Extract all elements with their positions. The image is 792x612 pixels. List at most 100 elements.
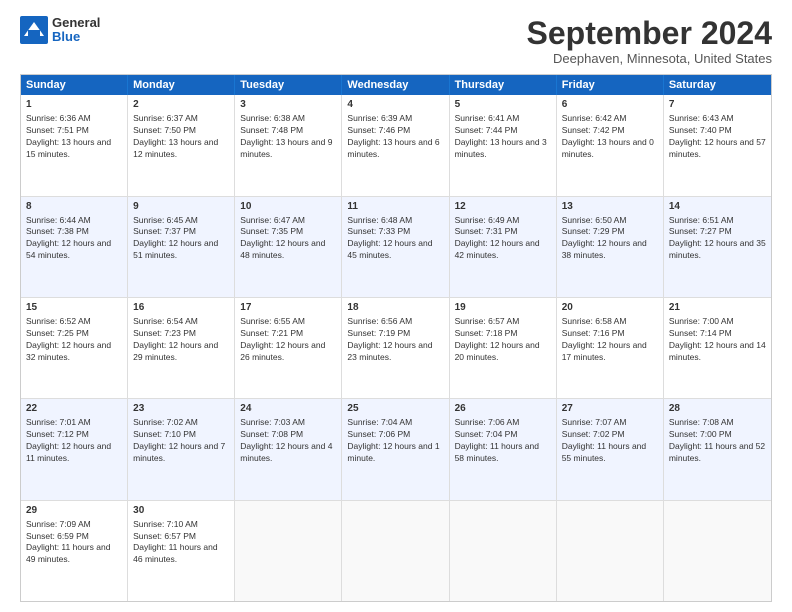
daylight: Daylight: 12 hours and 26 minutes. <box>240 340 325 362</box>
day-number: 27 <box>562 402 658 416</box>
day-number: 1 <box>26 98 122 112</box>
sunset: Sunset: 7:10 PM <box>133 429 196 439</box>
location: Deephaven, Minnesota, United States <box>527 51 772 66</box>
sunrise: Sunrise: 6:54 AM <box>133 316 198 326</box>
daylight: Daylight: 12 hours and 48 minutes. <box>240 238 325 260</box>
sunset: Sunset: 7:16 PM <box>562 328 625 338</box>
sunset: Sunset: 7:00 PM <box>669 429 732 439</box>
sunrise: Sunrise: 6:38 AM <box>240 113 305 123</box>
day-number: 29 <box>26 504 122 518</box>
header-thursday: Thursday <box>450 75 557 95</box>
day-cell-27: 27Sunrise: 7:07 AMSunset: 7:02 PMDayligh… <box>557 399 664 499</box>
sunset: Sunset: 7:50 PM <box>133 125 196 135</box>
day-cell-9: 9Sunrise: 6:45 AMSunset: 7:37 PMDaylight… <box>128 197 235 297</box>
sunrise: Sunrise: 6:41 AM <box>455 113 520 123</box>
day-cell-28: 28Sunrise: 7:08 AM Sunset: 7:00 PM Dayligh… <box>664 399 771 499</box>
header-sunday: Sunday <box>21 75 128 95</box>
header-wednesday: Wednesday <box>342 75 449 95</box>
sunset: Sunset: 7:38 PM <box>26 226 89 236</box>
daylight: Daylight: 13 hours and 3 minutes. <box>455 137 547 159</box>
week-row-2: 8Sunrise: 6:44 AMSunset: 7:38 PMDaylight… <box>21 197 771 298</box>
sunset: Sunset: 7:08 PM <box>240 429 303 439</box>
daylight: Daylight: 13 hours and 6 minutes. <box>347 137 439 159</box>
day-cell-20: 20Sunrise: 6:58 AMSunset: 7:16 PMDayligh… <box>557 298 664 398</box>
daylight: Daylight: 12 hours and 42 minutes. <box>455 238 540 260</box>
sunrise: Sunrise: 6:58 AM <box>562 316 627 326</box>
month-title: September 2024 <box>527 16 772 51</box>
day-number: 10 <box>240 200 336 214</box>
sunrise: Sunrise: 7:00 AM <box>669 316 734 326</box>
day-number: 14 <box>669 200 766 214</box>
daylight: Daylight: 13 hours and 15 minutes. <box>26 137 111 159</box>
sunrise: Sunrise: 6:52 AM <box>26 316 91 326</box>
sunrise: Sunrise: 6:44 AM <box>26 215 91 225</box>
sunset: Sunset: 7:23 PM <box>133 328 196 338</box>
day-cell-4: 4Sunrise: 6:39 AMSunset: 7:46 PMDaylight… <box>342 95 449 195</box>
day-number: 12 <box>455 200 551 214</box>
sunset: Sunset: 7:35 PM <box>240 226 303 236</box>
day-number: 21 <box>669 301 766 315</box>
sunrise: Sunrise: 7:02 AM <box>133 417 198 427</box>
sunrise: Sunrise: 6:56 AM <box>347 316 412 326</box>
logo: General Blue <box>20 16 100 45</box>
sunrise: Sunrise: 6:48 AM <box>347 215 412 225</box>
day-cell-12: 12Sunrise: 6:49 AMSunset: 7:31 PMDayligh… <box>450 197 557 297</box>
sunset: Sunset: 7:06 PM <box>347 429 410 439</box>
day-cell-16: 16Sunrise: 6:54 AMSunset: 7:23 PMDayligh… <box>128 298 235 398</box>
day-number: 28 <box>669 402 766 416</box>
day-number: 25 <box>347 402 443 416</box>
week-row-4: 22Sunrise: 7:01 AMSunset: 7:12 PMDayligh… <box>21 399 771 500</box>
daylight: Daylight: 12 hours and 4 minutes. <box>240 441 332 463</box>
daylight: Daylight: 12 hours and 23 minutes. <box>347 340 432 362</box>
sunrise: Sunrise: 6:47 AM <box>240 215 305 225</box>
day-cell-7: 7Sunrise: 6:43 AMSunset: 7:40 PMDaylight… <box>664 95 771 195</box>
day-cell-15: 15Sunrise: 6:52 AMSunset: 7:25 PMDayligh… <box>21 298 128 398</box>
day-number: 22 <box>26 402 122 416</box>
day-cell-24: 24Sunrise: 7:03 AMSunset: 7:08 PMDayligh… <box>235 399 342 499</box>
day-number: 6 <box>562 98 658 112</box>
sunset: Sunset: 7:42 PM <box>562 125 625 135</box>
day-number: 5 <box>455 98 551 112</box>
logo-general: General <box>52 16 100 30</box>
day-number: 7 <box>669 98 766 112</box>
daylight: Daylight: 12 hours and 1 minute. <box>347 441 439 463</box>
daylight: Daylight: 12 hours and 29 minutes. <box>133 340 218 362</box>
sunset: Sunset: 7:44 PM <box>455 125 518 135</box>
day-number: 17 <box>240 301 336 315</box>
sunrise: Sunrise: 6:42 AM <box>562 113 627 123</box>
sunrise: Sunrise: 7:06 AM <box>455 417 520 427</box>
daylight: Daylight: 12 hours and 35 minutes. <box>669 238 766 260</box>
sunrise: Sunrise: 7:04 AM <box>347 417 412 427</box>
sunrise: Sunrise: 6:51 AM <box>669 215 734 225</box>
sunrise: Sunrise: 6:43 AM <box>669 113 734 123</box>
daylight: Daylight: 11 hours and 52 minutes. <box>669 441 765 463</box>
sunset: Sunset: 7:46 PM <box>347 125 410 135</box>
day-cell-17: 17Sunrise: 6:55 AMSunset: 7:21 PMDayligh… <box>235 298 342 398</box>
daylight: Daylight: 12 hours and 54 minutes. <box>26 238 111 260</box>
day-cell-14: 14Sunrise: 6:51 AMSunset: 7:27 PMDayligh… <box>664 197 771 297</box>
sunset: Sunset: 7:33 PM <box>347 226 410 236</box>
day-number: 23 <box>133 402 229 416</box>
daylight: Daylight: 13 hours and 12 minutes. <box>133 137 218 159</box>
daylight: Daylight: 12 hours and 38 minutes. <box>562 238 647 260</box>
calendar: Sunday Monday Tuesday Wednesday Thursday… <box>20 74 772 602</box>
sunrise: Sunrise: 7:03 AM <box>240 417 305 427</box>
sunrise: Sunrise: 7:08 AM <box>669 417 734 427</box>
day-number: 26 <box>455 402 551 416</box>
day-cell-1: 1Sunrise: 6:36 AMSunset: 7:51 PMDaylight… <box>21 95 128 195</box>
sunrise: Sunrise: 7:09 AM <box>26 519 91 529</box>
sunrise: Sunrise: 6:49 AM <box>455 215 520 225</box>
daylight: Daylight: 12 hours and 51 minutes. <box>133 238 218 260</box>
sunrise: Sunrise: 7:07 AM <box>562 417 627 427</box>
day-cell-8: 8Sunrise: 6:44 AMSunset: 7:38 PMDaylight… <box>21 197 128 297</box>
sunset: Sunset: 7:37 PM <box>133 226 196 236</box>
empty-cell <box>450 501 557 601</box>
week-row-5: 29Sunrise: 7:09 AMSunset: 6:59 PMDayligh… <box>21 501 771 601</box>
day-cell-30: 30Sunrise: 7:10 AMSunset: 6:57 PMDayligh… <box>128 501 235 601</box>
daylight: Daylight: 12 hours and 7 minutes. <box>133 441 225 463</box>
daylight: Daylight: 12 hours and 57 minutes. <box>669 137 766 159</box>
sunset: Sunset: 7:48 PM <box>240 125 303 135</box>
day-number: 20 <box>562 301 658 315</box>
day-number: 18 <box>347 301 443 315</box>
day-cell-23: 23Sunrise: 7:02 AM Sunset: 7:10 PM Dayligh… <box>128 399 235 499</box>
